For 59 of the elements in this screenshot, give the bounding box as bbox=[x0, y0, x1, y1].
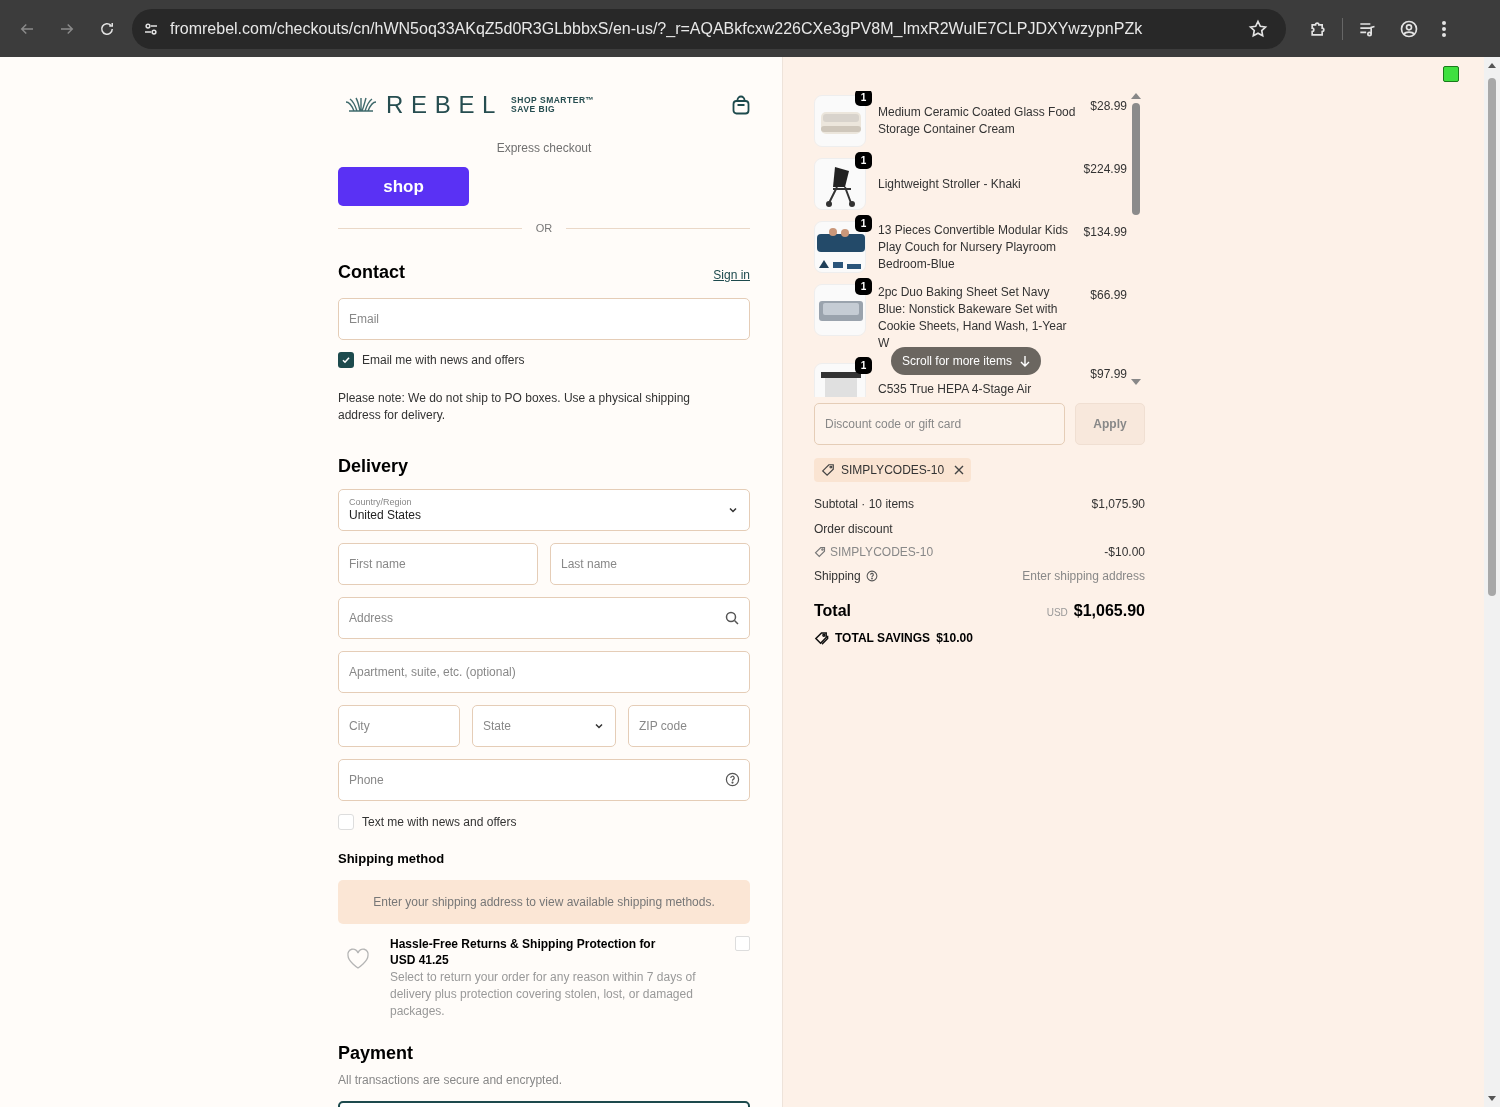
product-price: $66.99 bbox=[1090, 287, 1127, 304]
section-heading: Delivery bbox=[338, 454, 410, 478]
input-field[interactable]: ZIP code bbox=[628, 704, 750, 747]
product-name: C535 True HEPA 4-Stage Air bbox=[878, 380, 1033, 397]
tagline: SHOP SMARTER™ bbox=[511, 96, 595, 105]
product-name: 13 Pieces Convertible Modular Kids Play Couch for Nursery Playroom Bedroom-Blue bbox=[878, 221, 1070, 273]
input-field[interactable]: Email bbox=[338, 297, 750, 340]
tagline: SAVE BIG bbox=[511, 105, 557, 114]
quantity-badge: 1 bbox=[855, 91, 872, 106]
shipping-value: Enter shipping address bbox=[1022, 568, 1145, 585]
discount-value: -$10.00 bbox=[1104, 544, 1145, 561]
address-bar[interactable]: fromrebel.com/checkouts/cn/hWN5oq33AKqZ5d0R3GLbbbxS/en-us/?_r=AQABkfcxw226CXe3gPV8M_ImxR2WuIE7CLPJDXYwzypnPZk bbox=[132, 8, 1286, 49]
quantity-badge: 1 bbox=[855, 215, 872, 232]
logo-wordmark: REBEL bbox=[386, 93, 504, 117]
select-field[interactable]: State bbox=[472, 704, 616, 747]
url-text: fromrebel.com/checkouts/cn/hWN5oq33AKqZ5d0R3GLbbbxS/en-us/?_r=AQABkfcxw226CXe3gPV8M_ImxR2WuIE7CLPJDXYwzypnPZk bbox=[170, 18, 1144, 39]
currency-label: USD bbox=[1046, 606, 1068, 620]
discount-tag: SIMPLYCODES-10 bbox=[814, 458, 972, 482]
input-field[interactable]: Address bbox=[338, 596, 750, 639]
input-field[interactable]: Last name bbox=[550, 542, 750, 585]
section-heading: Shipping method bbox=[338, 849, 446, 868]
section-heading: Contact bbox=[338, 260, 405, 284]
product-price: $97.99 bbox=[1090, 366, 1127, 383]
savings-label: TOTAL SAVINGS bbox=[835, 630, 931, 647]
payment-subtitle: All transactions are secure and encrypted. bbox=[338, 1072, 564, 1089]
savings-amount: $10.00 bbox=[936, 630, 973, 647]
product-price: $224.99 bbox=[1083, 161, 1127, 178]
protection-title: Hassle-Free Returns & Shipping Protection for USD 41.25 bbox=[390, 936, 657, 968]
quantity-badge: 1 bbox=[855, 278, 872, 295]
subtotal-value: $1,075.90 bbox=[1091, 496, 1145, 513]
shipping-notice: Enter your shipping address to view available shipping methods. bbox=[338, 880, 750, 924]
product-price: $28.99 bbox=[1090, 98, 1127, 115]
express-checkout-label: Express checkout bbox=[495, 140, 593, 157]
subtotal-label: Subtotal · 10 items bbox=[814, 496, 915, 513]
or-divider-label: OR bbox=[535, 221, 553, 236]
discount-code: SIMPLYCODES-10 bbox=[830, 544, 934, 561]
input-field[interactable]: City bbox=[338, 704, 460, 747]
product-name: Lightweight Stroller - Khaki bbox=[878, 175, 1022, 193]
input-field[interactable]: Phone bbox=[338, 758, 750, 801]
input-field[interactable]: First name bbox=[338, 542, 538, 585]
total-amount: $1,065.90 bbox=[1073, 601, 1145, 621]
sign-in-link[interactable]: Sign in bbox=[713, 265, 750, 284]
discount-field[interactable]: Discount code or gift card bbox=[814, 403, 1065, 445]
protection-description: Select to return your order for any reason within 7 days of delivery plus protection covering stolen, lost, or damaged packages. bbox=[390, 969, 697, 1020]
shop-pay-button[interactable]: shop bbox=[338, 167, 469, 206]
total-label: Total bbox=[814, 601, 852, 621]
quantity-badge: 1 bbox=[855, 357, 872, 374]
shipping-label: Shipping bbox=[814, 568, 861, 585]
section-heading: Payment bbox=[338, 1042, 415, 1065]
input-field[interactable]: Apartment, suite, etc. (optional) bbox=[338, 650, 750, 693]
shipping-note: Please note: We do not ship to PO boxes. Use a physical shipping address for delivery. bbox=[338, 389, 691, 424]
select-field[interactable]: Country/Region United States bbox=[338, 488, 750, 531]
checkbox-label: Email me with news and offers bbox=[362, 351, 525, 369]
product-name: Medium Ceramic Coated Glass Food Storage Container Cream bbox=[878, 104, 1077, 138]
order-discount-label: Order discount bbox=[814, 521, 893, 538]
scroll-hint-button[interactable]: Scroll for more items bbox=[891, 347, 1042, 375]
quantity-badge: 1 bbox=[855, 152, 872, 169]
product-price: $134.99 bbox=[1083, 224, 1127, 241]
checkbox-label: Text me with news and offers bbox=[362, 813, 517, 831]
